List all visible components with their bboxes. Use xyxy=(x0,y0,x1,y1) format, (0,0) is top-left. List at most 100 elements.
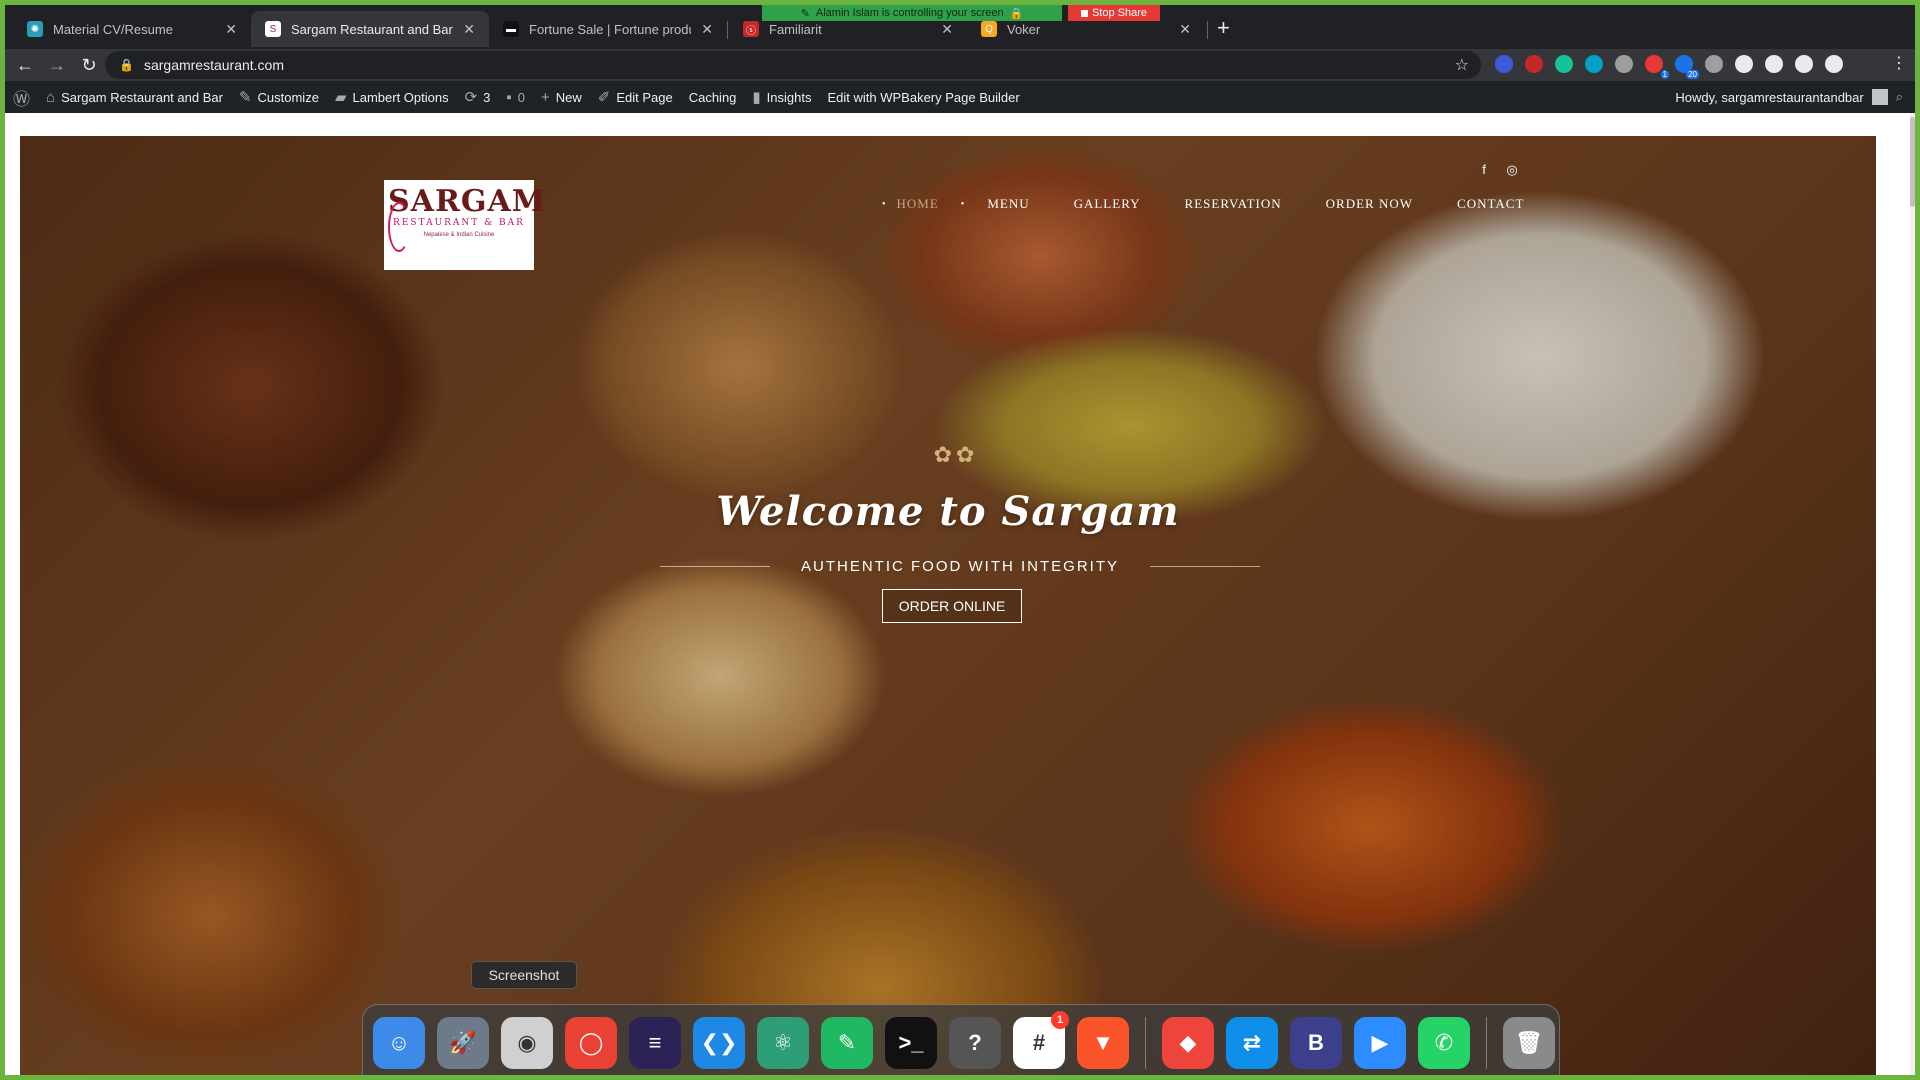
close-tab-icon[interactable]: ✕ xyxy=(701,21,713,38)
close-tab-icon[interactable]: ✕ xyxy=(463,21,475,38)
main-navigation: • HOME • MENU GALLERY RESERVATION ORDER … xyxy=(882,196,1546,212)
dock-bbedit-icon[interactable]: B xyxy=(1290,1016,1342,1069)
dock-terminal-icon[interactable]: >_ xyxy=(885,1016,937,1069)
page-content: SARGAM RESTAURANT & BAR Nepalese & India… xyxy=(5,113,1910,1075)
logo-swirl xyxy=(388,202,410,252)
dock-brave-icon[interactable]: ▼ xyxy=(1077,1016,1129,1069)
nav-gallery[interactable]: GALLERY xyxy=(1052,196,1163,212)
tab-material-cv[interactable]: ✺ Material CV/Resume ✕ xyxy=(13,11,251,47)
url-text: sargamrestaurant.com xyxy=(143,57,285,73)
wp-lambert-options[interactable]: ▰ Lambert Options xyxy=(327,81,457,113)
dock-trash-icon[interactable]: 🗑 xyxy=(1503,1016,1555,1069)
wp-new[interactable]: + New xyxy=(533,81,590,113)
screen-share-banner: ✎ Alamin Islam is controlling your scree… xyxy=(762,5,1062,21)
close-tab-icon[interactable]: ✕ xyxy=(1179,21,1191,38)
extension-icon[interactable]: 20 xyxy=(1675,55,1699,79)
nav-reservation[interactable]: RESERVATION xyxy=(1163,196,1304,212)
forward-arrow-icon[interactable]: → xyxy=(41,55,73,76)
wp-edit-page[interactable]: ✐ Edit Page xyxy=(590,81,681,113)
pencil-icon: ✐ xyxy=(597,89,611,106)
close-tab-icon[interactable]: ✕ xyxy=(941,21,953,38)
fortune-favicon-icon: ▬ xyxy=(503,21,519,37)
extension-icon[interactable] xyxy=(1735,55,1753,73)
dock-teamviewer-icon[interactable]: ⇄ xyxy=(1226,1016,1278,1069)
nav-menu[interactable]: MENU xyxy=(965,196,1051,212)
new-tab-button[interactable]: + xyxy=(1217,15,1230,41)
hero-section: SARGAM RESTAURANT & BAR Nepalese & India… xyxy=(20,136,1876,1075)
hero-title: Welcome to Sargam xyxy=(716,488,1180,535)
extension-badge: 1 xyxy=(1660,70,1669,79)
close-tab-icon[interactable]: ✕ xyxy=(225,21,237,38)
dock-chrome-icon[interactable]: ◯ xyxy=(565,1016,617,1069)
wp-customize[interactable]: ✎ Customize xyxy=(231,81,327,113)
dock-zoom-icon[interactable]: ▶ xyxy=(1354,1016,1406,1069)
order-online-button[interactable]: ORDER ONLINE xyxy=(882,589,1022,623)
nav-order-now[interactable]: ORDER NOW xyxy=(1304,196,1435,212)
wp-account[interactable]: Howdy, sargamrestaurantandbar ⌕ xyxy=(1675,81,1903,113)
wp-updates[interactable]: ⟳ 3 xyxy=(457,81,499,113)
dock-separator xyxy=(1486,1016,1487,1069)
extension-icon[interactable] xyxy=(1825,55,1843,73)
notification-badge: 1 xyxy=(1051,1010,1069,1029)
extension-icon[interactable] xyxy=(1585,55,1603,73)
instagram-icon[interactable]: ◎ xyxy=(1505,162,1519,178)
wp-comments[interactable]: ▪ 0 xyxy=(498,81,533,113)
wp-item-label: 0 xyxy=(517,89,525,105)
extension-icon[interactable] xyxy=(1555,55,1573,73)
tab-title: Familiarit xyxy=(769,21,822,37)
browser-toolbar: ← → ↻ 🔒 sargamrestaurant.com ☆ 1 20 ⋮ xyxy=(5,49,1915,81)
extension-icon[interactable] xyxy=(1615,55,1633,73)
browser-tab-strip: ✺ Material CV/Resume ✕ S Sargam Restaura… xyxy=(5,5,1915,49)
wp-edit-wpbakery[interactable]: Edit with WPBakery Page Builder xyxy=(819,81,1027,113)
extension-icon[interactable] xyxy=(1765,55,1783,73)
dock-atom-icon[interactable]: ⚛ xyxy=(757,1016,809,1069)
tab-title: Voker xyxy=(1007,21,1041,37)
extension-icon[interactable]: 1 xyxy=(1645,55,1669,79)
dock-finder-icon[interactable]: ☺ xyxy=(373,1016,425,1069)
wp-caching[interactable]: Caching xyxy=(681,81,745,113)
scrollbar-thumb[interactable] xyxy=(1910,117,1915,207)
screen-frame: ✺ Material CV/Resume ✕ S Sargam Restaura… xyxy=(5,5,1915,1075)
dock-whatsapp-icon[interactable]: ✆ xyxy=(1418,1016,1470,1069)
material-cv-favicon-icon: ✺ xyxy=(27,21,43,37)
wordpress-logo-icon[interactable]: Ⓦ xyxy=(5,81,38,113)
wp-greeting: Howdy, sargamrestaurantandbar xyxy=(1675,89,1864,105)
dock-launchpad-icon[interactable]: 🚀 xyxy=(437,1016,489,1069)
search-icon[interactable]: ⌕ xyxy=(1896,89,1903,105)
reload-icon[interactable]: ↻ xyxy=(73,55,105,76)
extension-icon[interactable] xyxy=(1705,55,1723,73)
browser-menu-icon[interactable]: ⋮ xyxy=(1891,53,1907,73)
wp-item-label: Caching xyxy=(688,89,737,105)
page-scrollbar[interactable] xyxy=(1910,113,1915,1075)
tab-title: Sargam Restaurant and Bar – Ta xyxy=(291,21,453,37)
dock-help-icon[interactable]: ? xyxy=(949,1016,1001,1069)
stop-share-button[interactable]: Stop Share xyxy=(1068,5,1160,21)
dock-vs-code-icon[interactable]: ❮❯ xyxy=(693,1016,745,1069)
address-bar[interactable]: 🔒 sargamrestaurant.com ☆ xyxy=(105,51,1481,79)
voker-favicon-icon: Q xyxy=(981,21,997,37)
comment-icon: ▪ xyxy=(506,88,512,106)
nav-home[interactable]: HOME xyxy=(887,196,961,212)
tab-fortune-sale[interactable]: ▬ Fortune Sale | Fortune products ✕ xyxy=(489,11,727,47)
wp-item-label: Lambert Options xyxy=(352,89,449,105)
extension-icon[interactable] xyxy=(1495,55,1513,73)
back-arrow-icon[interactable]: ← xyxy=(9,55,41,76)
bookmark-star-icon[interactable]: ☆ xyxy=(1455,55,1469,75)
hero-subtitle-wrap: AUTHENTIC FOOD WITH INTEGRITY xyxy=(660,556,1260,576)
wp-insights[interactable]: ▮ Insights xyxy=(744,81,819,113)
site-logo[interactable]: SARGAM RESTAURANT & BAR Nepalese & India… xyxy=(384,180,545,270)
dock-evernote-icon[interactable]: ✎ xyxy=(821,1016,873,1069)
divider-line xyxy=(1150,566,1260,567)
wp-item-label: Edit with WPBakery Page Builder xyxy=(827,89,1020,105)
wp-site-name[interactable]: ⌂ Sargam Restaurant and Bar xyxy=(38,81,231,113)
dock-eclipse-icon[interactable]: ≡ xyxy=(629,1016,681,1069)
wp-item-label: Insights xyxy=(766,89,812,105)
extension-icon[interactable] xyxy=(1525,55,1543,73)
dock-anydesk-icon[interactable]: ◆ xyxy=(1162,1016,1214,1069)
tab-sargam[interactable]: S Sargam Restaurant and Bar – Ta ✕ xyxy=(251,11,489,47)
dock-slack-icon[interactable]: #1 xyxy=(1013,1010,1069,1069)
extension-icon[interactable] xyxy=(1795,55,1813,73)
dock-screenshot-icon[interactable]: ◉ xyxy=(501,1016,553,1069)
nav-contact[interactable]: CONTACT xyxy=(1435,196,1546,212)
facebook-icon[interactable]: f xyxy=(1477,162,1491,178)
